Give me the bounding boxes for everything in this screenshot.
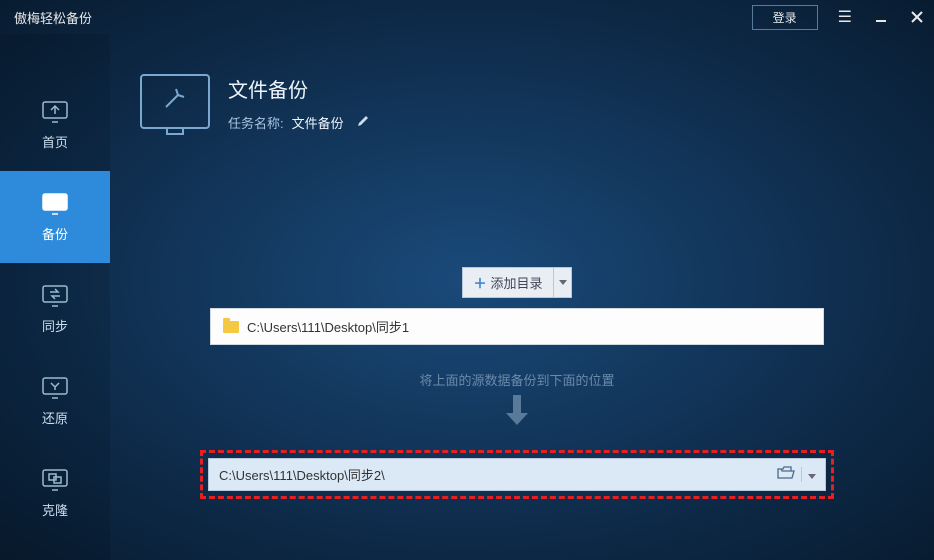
menu-list-icon[interactable]: ☰ <box>838 7 852 27</box>
destination-path-text: C:\Users\111\Desktop\同步2\ <box>219 465 771 484</box>
clone-icon <box>41 468 69 492</box>
task-name-value: 文件备份 <box>292 113 344 132</box>
sidebar-item-label: 首页 <box>42 132 68 151</box>
home-icon <box>41 100 69 124</box>
restore-icon <box>41 376 69 400</box>
destination-dropdown[interactable] <box>801 467 815 482</box>
header-text: 文件备份 任务名称: 文件备份 <box>228 74 370 132</box>
sidebar: 首页 备份 同步 还原 克隆 <box>0 34 110 560</box>
hint-text: 将上面的源数据备份到下面的位置 <box>140 370 894 389</box>
content: 文件备份 任务名称: 文件备份 ＋ 添加目录 C:\Users\ <box>110 34 934 560</box>
main: 首页 备份 同步 还原 克隆 文件备份 任务名称: <box>0 34 934 560</box>
sidebar-item-restore[interactable]: 还原 <box>0 355 110 447</box>
sidebar-item-label: 备份 <box>42 224 68 243</box>
sidebar-item-label: 同步 <box>42 316 68 335</box>
sidebar-item-clone[interactable]: 克隆 <box>0 447 110 539</box>
sync-icon <box>41 284 69 308</box>
add-directory-label: 添加目录 <box>491 273 543 292</box>
page-title: 文件备份 <box>228 74 370 103</box>
app-title: 傲梅轻松备份 <box>10 8 752 27</box>
backup-icon <box>41 192 69 216</box>
close-icon[interactable] <box>910 10 924 24</box>
titlebar: 傲梅轻松备份 登录 ☰ <box>0 0 934 34</box>
source-path-text: C:\Users\111\Desktop\同步1 <box>247 317 409 336</box>
edit-task-name-icon[interactable] <box>356 114 370 131</box>
add-directory-dropdown[interactable] <box>554 267 572 298</box>
sidebar-item-backup[interactable]: 备份 <box>0 171 110 263</box>
add-directory-group: ＋ 添加目录 <box>462 267 572 298</box>
sidebar-item-sync[interactable]: 同步 <box>0 263 110 355</box>
task-name-label: 任务名称: <box>228 113 284 132</box>
file-backup-header-icon <box>140 74 210 129</box>
chevron-down-icon <box>808 474 816 479</box>
plus-icon: ＋ <box>473 273 486 292</box>
chevron-down-icon <box>559 280 567 286</box>
page-header: 文件备份 任务名称: 文件备份 <box>140 74 894 132</box>
folder-icon <box>223 321 239 333</box>
destination-path-row[interactable]: C:\Users\111\Desktop\同步2\ <box>208 458 826 491</box>
browse-folder-icon[interactable] <box>771 466 801 483</box>
login-button[interactable]: 登录 <box>752 5 818 30</box>
source-path-row[interactable]: C:\Users\111\Desktop\同步1 <box>210 308 824 345</box>
add-directory-button[interactable]: ＋ 添加目录 <box>462 267 554 298</box>
arrow-down-icon <box>140 395 894 430</box>
minimize-icon[interactable] <box>874 10 888 24</box>
task-name-line: 任务名称: 文件备份 <box>228 113 370 132</box>
title-actions: ☰ <box>838 7 924 27</box>
sidebar-item-home[interactable]: 首页 <box>0 79 110 171</box>
sidebar-item-label: 克隆 <box>42 500 68 519</box>
sidebar-item-label: 还原 <box>42 408 68 427</box>
destination-highlight: C:\Users\111\Desktop\同步2\ <box>200 450 834 499</box>
